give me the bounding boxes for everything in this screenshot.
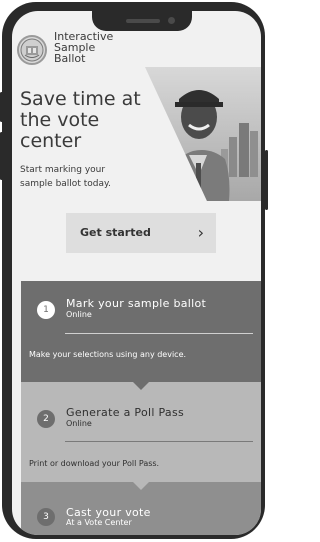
step-subtitle: Online <box>66 310 92 319</box>
speaker-grille <box>126 19 160 23</box>
phone-frame: Interactive Sample Ballot Save time at t… <box>2 2 265 539</box>
step-item-2[interactable]: 2 Generate a Poll Pass Online Print or d… <box>21 382 261 482</box>
step-subtitle: At a Vote Center <box>66 518 132 527</box>
hero-title: Save time at the vote center <box>20 88 141 152</box>
get-started-label: Get started <box>80 226 151 239</box>
seal-icon <box>20 38 44 62</box>
step-number-badge: 1 <box>37 301 55 319</box>
step-item-3[interactable]: 3 Cast your vote At a Vote Center <box>21 482 261 535</box>
county-seal-logo <box>17 35 47 65</box>
step-pointer <box>133 382 149 390</box>
chevron-right-icon: › <box>197 223 204 242</box>
hero-subtitle: Start marking your sample ballot today. <box>20 165 111 189</box>
step-subtitle: Online <box>66 419 92 428</box>
step-divider <box>65 333 253 334</box>
step-divider <box>65 441 253 442</box>
step-title: Generate a Poll Pass <box>66 406 185 419</box>
get-started-button[interactable]: Get started › <box>66 213 216 253</box>
step-description: Make your selections using any device. <box>29 350 187 359</box>
step-item-1[interactable]: 1 Mark your sample ballot Online Make yo… <box>21 281 261 389</box>
step-description: Print or download your Poll Pass. <box>29 459 160 468</box>
hero-photo-voter <box>145 67 261 201</box>
step-number-badge: 2 <box>37 410 55 428</box>
step-pointer <box>133 482 149 490</box>
step-title: Mark your sample ballot <box>66 297 207 310</box>
phone-notch <box>92 11 192 31</box>
steps-list: 1 Mark your sample ballot Online Make yo… <box>21 281 261 535</box>
phone-side-button-right <box>265 150 268 210</box>
phone-screen: Interactive Sample Ballot Save time at t… <box>12 11 261 535</box>
app-title: Interactive Sample Ballot <box>54 30 114 65</box>
front-camera <box>168 17 175 24</box>
step-number-badge: 3 <box>37 508 55 526</box>
